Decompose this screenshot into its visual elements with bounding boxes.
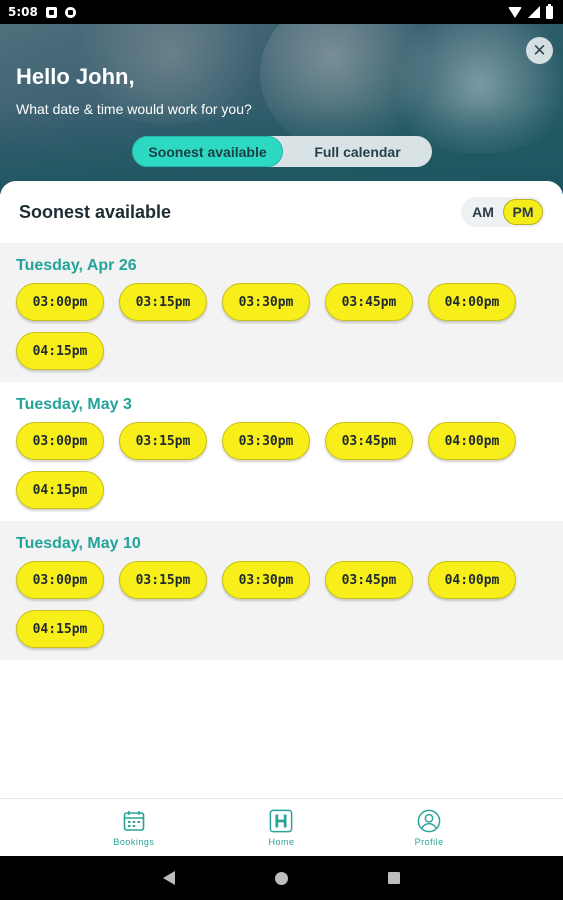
notification-icon [45,6,57,18]
day-title: Tuesday, Apr 26 [16,257,137,274]
day-section: Tuesday, May 3 03:00pm 03:15pm 03:30pm 0… [0,382,563,521]
time-slot-button[interactable]: 03:00pm [16,422,104,460]
home-h-icon [269,809,293,833]
time-slot-button[interactable]: 03:15pm [119,422,207,460]
nav-item-bookings[interactable]: Bookings [79,809,189,847]
time-slot-button[interactable]: 03:00pm [16,283,104,321]
time-slot-button[interactable]: 03:15pm [119,283,207,321]
nav-label-bookings: Bookings [113,836,155,847]
back-icon[interactable] [163,871,175,885]
availability-panel: Soonest available AM PM Tuesday, Apr 26 … [0,181,563,798]
signal-icon [528,6,540,18]
close-button[interactable]: ✕ [526,37,553,64]
header-banner: ✕ Hello John, What date & time would wor… [0,24,563,194]
bottom-navigation: Bookings Home Profile [0,798,563,856]
day-title: Tuesday, May 3 [16,396,132,413]
home-circle-icon[interactable] [275,871,288,885]
recent-apps-icon[interactable] [388,872,400,884]
status-time: 5:08 [8,5,38,19]
status-bar: 5:08 [0,0,563,24]
wifi-icon [508,6,522,18]
time-slot-button[interactable]: 03:45pm [325,283,413,321]
nav-label-home: Home [268,836,295,847]
time-slot-button[interactable]: 03:30pm [222,422,310,460]
day-section: Tuesday, May 10 03:00pm 03:15pm 03:30pm … [0,521,563,660]
day-title: Tuesday, May 10 [16,535,141,552]
system-navigation-bar [0,856,563,900]
time-slot-button[interactable]: 03:00pm [16,561,104,599]
tab-full-calendar[interactable]: Full calendar [283,136,432,167]
day-section: Tuesday, Apr 26 03:00pm 03:15pm 03:30pm … [0,243,563,382]
time-slot-button[interactable]: 04:15pm [16,471,104,509]
nav-label-profile: Profile [414,836,444,847]
time-slot-button[interactable]: 03:45pm [325,422,413,460]
battery-icon [546,3,553,19]
panel-title: Soonest available [19,201,172,222]
profile-icon [417,809,441,833]
close-icon: ✕ [532,41,547,60]
time-slot-button[interactable]: 04:15pm [16,332,104,370]
am-option[interactable]: AM [463,199,503,225]
view-toggle: Soonest available Full calendar [132,136,432,167]
subtitle: What date & time would work for you? [16,101,252,117]
time-slot-button[interactable]: 04:00pm [428,283,516,321]
app-notification-icon [64,6,76,18]
calendar-icon [122,809,146,833]
greeting: Hello John, [16,64,135,89]
pm-option[interactable]: PM [503,199,543,225]
time-slot-button[interactable]: 03:45pm [325,561,413,599]
time-slot-button[interactable]: 04:00pm [428,561,516,599]
nav-item-profile[interactable]: Profile [374,809,484,847]
time-slot-button[interactable]: 03:15pm [119,561,207,599]
time-slot-button[interactable]: 04:15pm [16,610,104,648]
time-slot-button[interactable]: 03:30pm [222,561,310,599]
time-slot-button[interactable]: 03:30pm [222,283,310,321]
tab-soonest-available[interactable]: Soonest available [132,136,283,167]
nav-item-home[interactable]: Home [226,809,336,847]
am-pm-toggle: AM PM [461,197,545,227]
time-slot-button[interactable]: 04:00pm [428,422,516,460]
